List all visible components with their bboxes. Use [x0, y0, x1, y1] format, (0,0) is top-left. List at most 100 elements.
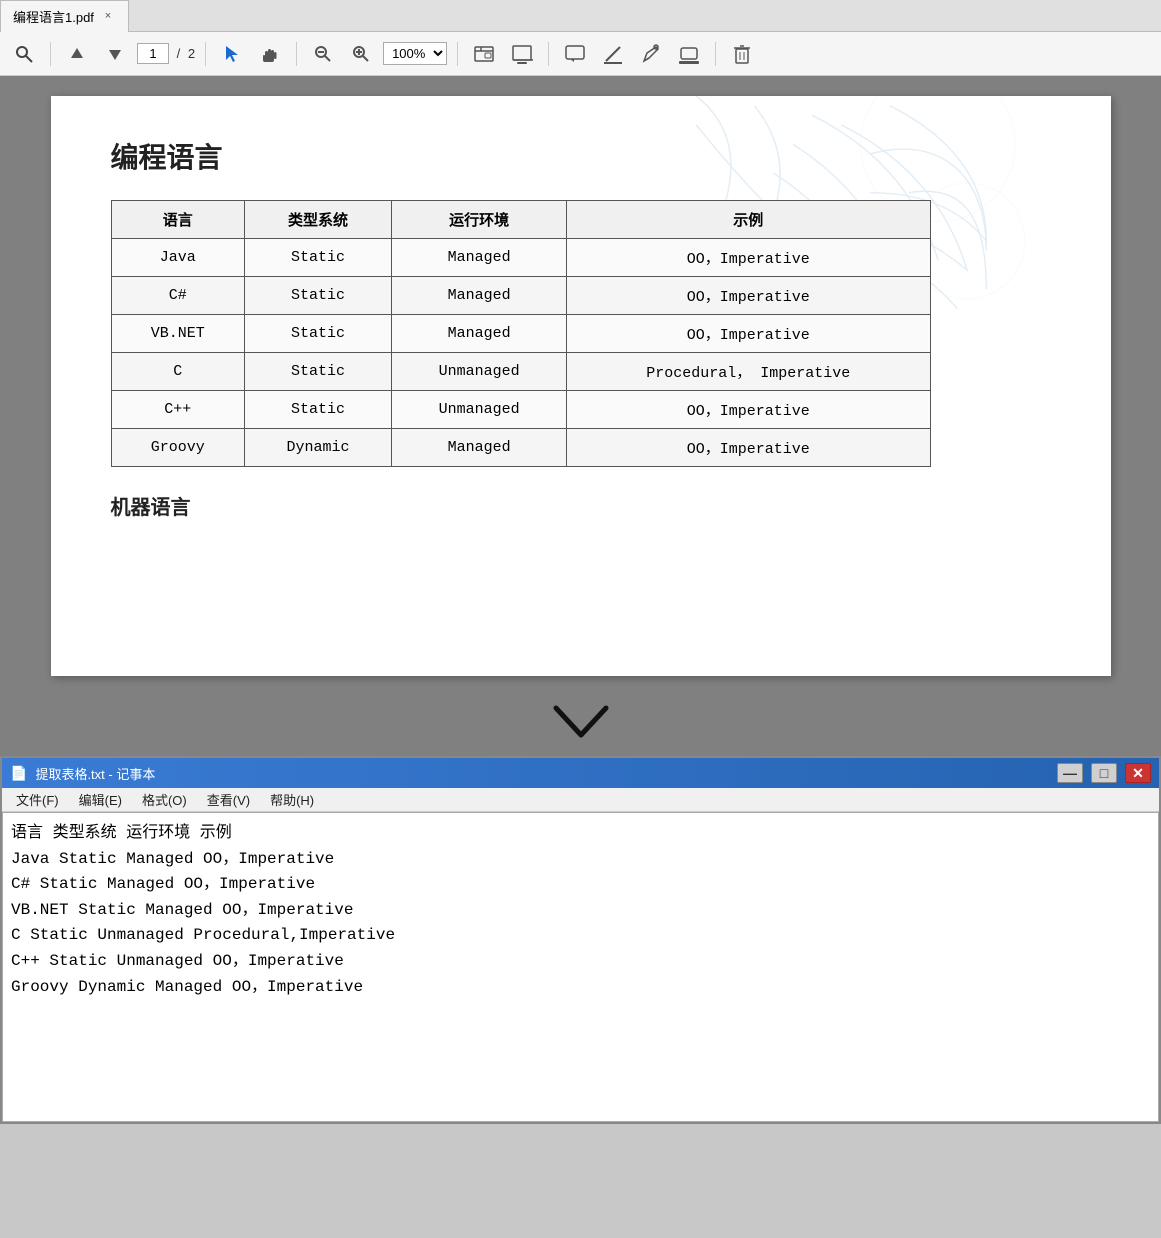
separator-6 — [715, 42, 716, 66]
col-header-language: 语言 — [111, 201, 244, 239]
notepad-menu-format[interactable]: 格式(O) — [132, 788, 197, 811]
table-cell: Unmanaged — [392, 391, 567, 429]
col-header-type: 类型系统 — [244, 201, 391, 239]
table-cell: Static — [244, 239, 391, 277]
pdf-main-title: 编程语言 — [111, 136, 1051, 176]
table-cell: Unmanaged — [392, 353, 567, 391]
notepad-menu-help[interactable]: 帮助(H) — [260, 788, 324, 811]
separator-3 — [296, 42, 297, 66]
table-cell: Managed — [392, 315, 567, 353]
table-cell: Groovy — [111, 429, 244, 467]
table-cell: VB.NET — [111, 315, 244, 353]
draw-icon — [640, 43, 662, 65]
stamp-icon — [678, 43, 700, 65]
table-row: JavaStaticManagedOO，Imperative — [111, 239, 930, 277]
col-header-example: 示例 — [566, 201, 930, 239]
table-row: CStaticUnmanagedProcedural， Imperative — [111, 353, 930, 391]
table-cell: OO，Imperative — [566, 315, 930, 353]
comment-icon — [564, 43, 586, 65]
notepad-text-content: 语言 类型系统 运行环境 示例 Java Static Managed OO，I… — [11, 821, 1150, 1000]
separator-1 — [50, 42, 51, 66]
select-tool-button[interactable] — [216, 38, 248, 70]
table-cell: Managed — [392, 277, 567, 315]
notepad-window: 📄 提取表格.txt - 记事本 — □ ✕ 文件(F) 编辑(E) 格式(O)… — [0, 756, 1161, 1124]
delete-icon — [731, 43, 753, 65]
separator-5 — [548, 42, 549, 66]
page-number-input[interactable] — [137, 43, 169, 64]
pdf-body: 编程语言 语言 类型系统 运行环境 示例 JavaStaticManagedOO… — [51, 96, 1111, 560]
page-down-button[interactable] — [99, 38, 131, 70]
table-cell: OO，Imperative — [566, 239, 930, 277]
notepad-title: 提取表格.txt - 记事本 — [35, 764, 1049, 783]
notepad-titlebar: 📄 提取表格.txt - 记事本 — □ ✕ — [2, 758, 1159, 788]
text-tool-button[interactable] — [506, 38, 538, 70]
zoom-in-icon — [351, 44, 371, 64]
notepad-app-icon: 📄 — [10, 765, 27, 782]
zoom-out-button[interactable] — [307, 38, 339, 70]
table-header-row: 语言 类型系统 运行环境 示例 — [111, 201, 930, 239]
toolbar: / 2 100% 75% 125% 15 — [0, 32, 1161, 76]
table-cell: Dynamic — [244, 429, 391, 467]
zoom-out-icon — [313, 44, 333, 64]
col-header-runtime: 运行环境 — [392, 201, 567, 239]
tab-close-button[interactable]: × — [100, 8, 116, 24]
notepad-menu-file[interactable]: 文件(F) — [6, 788, 69, 811]
notepad-menubar: 文件(F) 编辑(E) 格式(O) 查看(V) 帮助(H) — [2, 788, 1159, 812]
pdf-page: 编程语言 语言 类型系统 运行环境 示例 JavaStaticManagedOO… — [51, 96, 1111, 676]
page-up-button[interactable] — [61, 38, 93, 70]
page-total: 2 — [188, 46, 195, 61]
notepad-text-area[interactable]: 语言 类型系统 运行环境 示例 Java Static Managed OO，I… — [2, 812, 1159, 1122]
notepad-close-button[interactable]: ✕ — [1125, 763, 1151, 783]
separator-2 — [205, 42, 206, 66]
hand-icon — [259, 43, 281, 65]
page-nav: / 2 — [137, 43, 195, 64]
delete-button[interactable] — [726, 38, 758, 70]
snapshot-icon — [473, 43, 495, 65]
search-button[interactable] — [8, 38, 40, 70]
comment-button[interactable] — [559, 38, 591, 70]
notepad-maximize-button[interactable]: □ — [1091, 763, 1117, 783]
table-row: GroovyDynamicManagedOO，Imperative — [111, 429, 930, 467]
pdf-subtitle: 机器语言 — [111, 491, 1051, 520]
tab-bar: 编程语言1.pdf × — [0, 0, 1161, 32]
table-cell: C — [111, 353, 244, 391]
table-cell: C++ — [111, 391, 244, 429]
programming-language-table: 语言 类型系统 运行环境 示例 JavaStaticManagedOO，Impe… — [111, 200, 931, 467]
text-tool-icon — [511, 43, 533, 65]
down-arrow-icon — [105, 44, 125, 64]
notepad-menu-view[interactable]: 查看(V) — [197, 788, 260, 811]
table-cell: Procedural， Imperative — [566, 353, 930, 391]
search-icon — [14, 44, 34, 64]
table-row: C#StaticManagedOO，Imperative — [111, 277, 930, 315]
table-cell: C# — [111, 277, 244, 315]
table-cell: Managed — [392, 429, 567, 467]
table-cell: OO，Imperative — [566, 277, 930, 315]
separator-4 — [457, 42, 458, 66]
chevron-divider — [0, 696, 1161, 756]
zoom-select[interactable]: 100% 75% 125% 150% — [383, 42, 447, 65]
hand-tool-button[interactable] — [254, 38, 286, 70]
draw-button[interactable] — [635, 38, 667, 70]
table-cell: Static — [244, 391, 391, 429]
table-cell: OO，Imperative — [566, 391, 930, 429]
highlight-icon — [602, 43, 624, 65]
pdf-content-area: 编程语言 语言 类型系统 运行环境 示例 JavaStaticManagedOO… — [0, 76, 1161, 696]
notepad-minimize-button[interactable]: — — [1057, 763, 1083, 783]
pdf-tab[interactable]: 编程语言1.pdf × — [0, 0, 129, 32]
pdf-viewer: 编程语言1.pdf × / 2 — [0, 0, 1161, 76]
snapshot-button[interactable] — [468, 38, 500, 70]
page-separator: / — [173, 46, 184, 61]
up-arrow-icon — [67, 44, 87, 64]
table-cell: Static — [244, 277, 391, 315]
chevron-down-icon — [551, 703, 611, 749]
tab-filename: 编程语言1.pdf — [13, 7, 94, 26]
highlight-button[interactable] — [597, 38, 629, 70]
stamp-button[interactable] — [673, 38, 705, 70]
table-row: VB.NETStaticManagedOO，Imperative — [111, 315, 930, 353]
table-cell: Managed — [392, 239, 567, 277]
table-row: C++StaticUnmanagedOO，Imperative — [111, 391, 930, 429]
table-cell: OO，Imperative — [566, 429, 930, 467]
select-cursor-icon — [222, 44, 242, 64]
zoom-in-button[interactable] — [345, 38, 377, 70]
notepad-menu-edit[interactable]: 编辑(E) — [69, 788, 132, 811]
